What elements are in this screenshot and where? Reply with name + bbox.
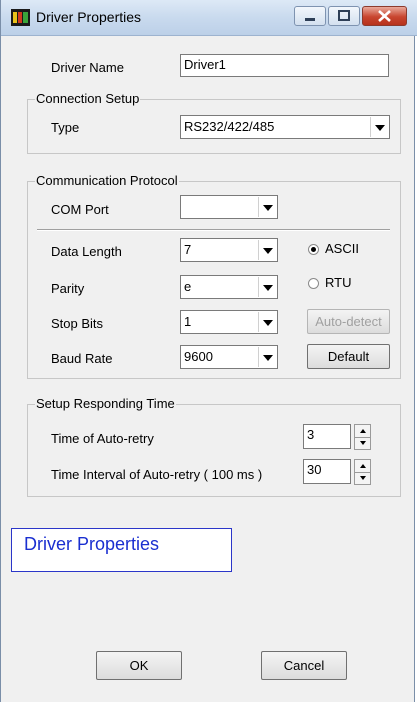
type-select-value: RS232/422/485	[184, 119, 275, 134]
driver-name-label: Driver Name	[51, 60, 124, 75]
chevron-down-icon[interactable]	[258, 277, 276, 297]
baud-rate-label: Baud Rate	[51, 351, 113, 366]
data-length-select-value: 7	[184, 242, 192, 257]
minimize-button[interactable]	[294, 6, 326, 26]
baud-rate-select[interactable]: 9600	[180, 345, 278, 369]
chevron-down-icon[interactable]	[258, 197, 276, 217]
driver-name-input[interactable]: Driver1	[180, 54, 389, 77]
chevron-down-icon[interactable]	[258, 312, 276, 332]
baud-rate-select-value: 9600	[184, 349, 213, 364]
interval-label: Time Interval of Auto-retry ( 100 ms )	[51, 467, 263, 482]
default-button[interactable]: Default	[307, 344, 390, 369]
close-button[interactable]	[362, 6, 407, 26]
communication-protocol-title: Communication Protocol	[35, 173, 179, 188]
maximize-button[interactable]	[328, 6, 360, 26]
parity-label: Parity	[51, 281, 85, 296]
rtu-radio[interactable]	[308, 278, 319, 289]
close-icon	[378, 10, 391, 22]
auto-retry-value: 3	[307, 427, 315, 442]
parity-select[interactable]: e	[180, 275, 278, 299]
type-label: Type	[51, 120, 80, 135]
chevron-down-icon[interactable]	[258, 347, 276, 367]
window-title: Driver Properties	[36, 9, 142, 25]
type-select[interactable]: RS232/422/485	[180, 115, 390, 139]
cancel-button[interactable]: Cancel	[261, 651, 347, 680]
parity-select-value: e	[184, 279, 192, 294]
driver-properties-caption: Driver Properties	[11, 528, 232, 572]
data-length-select[interactable]: 7	[180, 238, 278, 262]
app-icon	[11, 9, 30, 26]
ok-button[interactable]: OK	[96, 651, 182, 680]
responding-time-title: Setup Responding Time	[35, 396, 176, 411]
rtu-radio-label[interactable]: RTU	[325, 275, 351, 290]
stop-bits-label: Stop Bits	[51, 316, 104, 331]
maximize-icon	[338, 10, 350, 21]
interval-spinner[interactable]	[354, 459, 371, 485]
auto-retry-input[interactable]: 3	[303, 424, 351, 449]
driver-properties-dialog: Driver Properties Driver Name Driver1 Co…	[0, 0, 417, 702]
auto-detect-button[interactable]: Auto-detect	[307, 309, 390, 334]
title-bar[interactable]: Driver Properties	[1, 0, 417, 36]
protocol-separator	[37, 229, 390, 231]
connection-setup-title: Connection Setup	[35, 91, 141, 106]
interval-value: 30	[307, 462, 322, 477]
stop-bits-select-value: 1	[184, 314, 192, 329]
data-length-label: Data Length	[51, 244, 122, 259]
com-port-select[interactable]	[180, 195, 278, 219]
minimize-icon	[305, 18, 315, 21]
interval-input[interactable]: 30	[303, 459, 351, 484]
chevron-down-icon[interactable]	[370, 117, 388, 137]
ascii-radio-label[interactable]: ASCII	[325, 241, 359, 256]
spin-down-icon[interactable]	[355, 437, 370, 449]
auto-retry-label: Time of Auto-retry	[51, 431, 154, 446]
com-port-label: COM Port	[51, 202, 109, 217]
auto-retry-spinner[interactable]	[354, 424, 371, 450]
chevron-down-icon[interactable]	[258, 240, 276, 260]
spin-down-icon[interactable]	[355, 472, 370, 484]
stop-bits-select[interactable]: 1	[180, 310, 278, 334]
ascii-radio[interactable]	[308, 244, 319, 255]
